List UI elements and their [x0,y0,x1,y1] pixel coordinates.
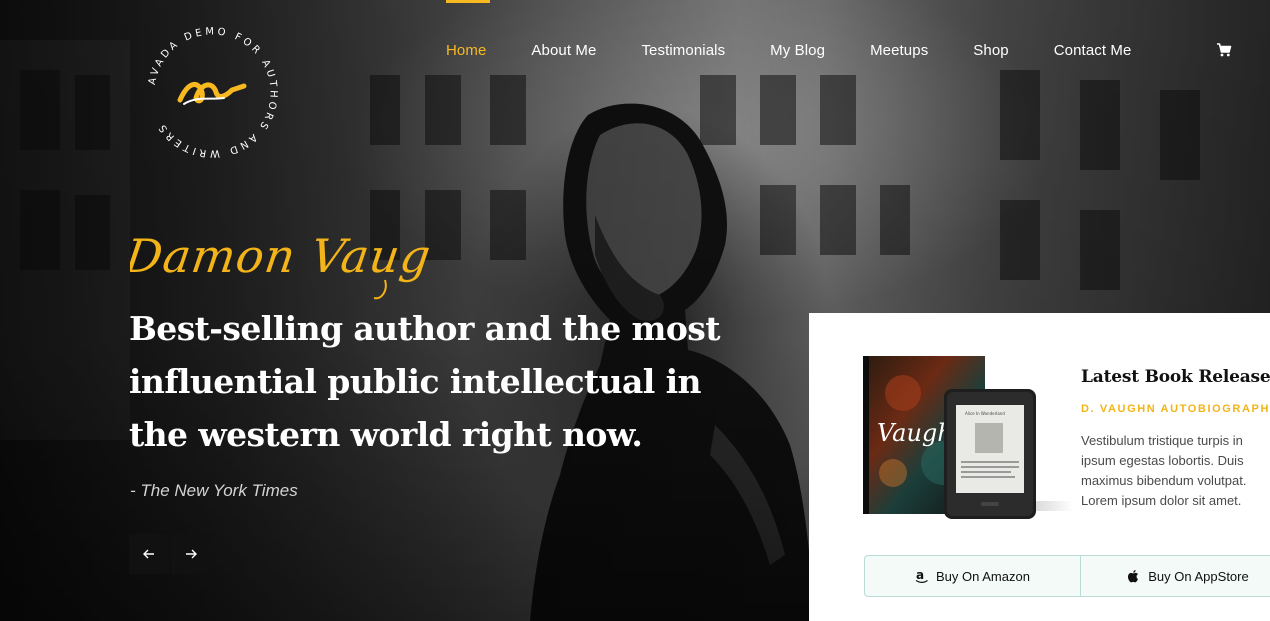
book-description: Vestibulum tristique turpis in ipsum ege… [1081,433,1247,508]
nav-item-shop[interactable]: Shop [973,42,1008,59]
buy-buttons: a Buy On Amazon Buy On AppStore [864,555,1270,597]
nav-item-my-blog[interactable]: My Blog [770,42,825,59]
buy-on-appstore-label: Buy On AppStore [1148,568,1249,584]
quote-source: - The New York Times [130,481,298,500]
svg-text:a: a [916,569,924,582]
author-signature: Damon Vaughn [121,210,496,310]
cart-icon[interactable] [1216,42,1232,58]
amazon-icon: a [915,569,929,583]
logo-emblem-icon: AVADA DEMO FOR AUTHORS AND WRITERS [147,26,279,158]
book-section-title: Latest Book Release [1081,367,1270,387]
slider-next-button[interactable] [171,534,211,574]
nav-item-testimonials[interactable]: Testimonials [641,42,725,59]
nav-item-home[interactable]: Home [446,42,486,59]
arrow-right-icon [186,549,197,559]
hero-headline: Best-selling author and the most influen… [129,309,720,454]
site-logo[interactable]: AVADA DEMO FOR AUTHORS AND WRITERS [140,20,285,165]
nav-item-contact-me[interactable]: Contact Me [1054,42,1132,59]
book-subtitle: D. VAUGHN AUTOBIOGRAPHY [1081,403,1270,415]
nav-active-indicator [446,0,490,3]
main-nav: Home About Me Testimonials My Blog Meetu… [446,40,1232,60]
arrow-left-icon [143,549,154,559]
apple-icon [1127,569,1141,583]
nav-item-about-me[interactable]: About Me [531,42,596,59]
latest-book-panel: Vaughn Alice In Wonderland Latest Book R… [809,313,1270,621]
book-product-image[interactable]: Vaughn Alice In Wonderland [863,353,1078,523]
slider-prev-button[interactable] [129,534,169,574]
buy-on-amazon-button[interactable]: a Buy On Amazon [865,556,1080,596]
nav-item-meetups[interactable]: Meetups [870,42,928,59]
svg-text:Damon Vaughn: Damon Vaughn [130,229,430,283]
buy-on-amazon-label: Buy On Amazon [936,568,1030,584]
buy-on-appstore-button[interactable]: Buy On AppStore [1080,556,1270,596]
svg-text:Alice In Wonderland: Alice In Wonderland [965,411,1005,416]
svg-text:AVADA DEMO FOR AUTHORS AND WRI: AVADA DEMO FOR AUTHORS AND WRITERS [147,26,279,158]
